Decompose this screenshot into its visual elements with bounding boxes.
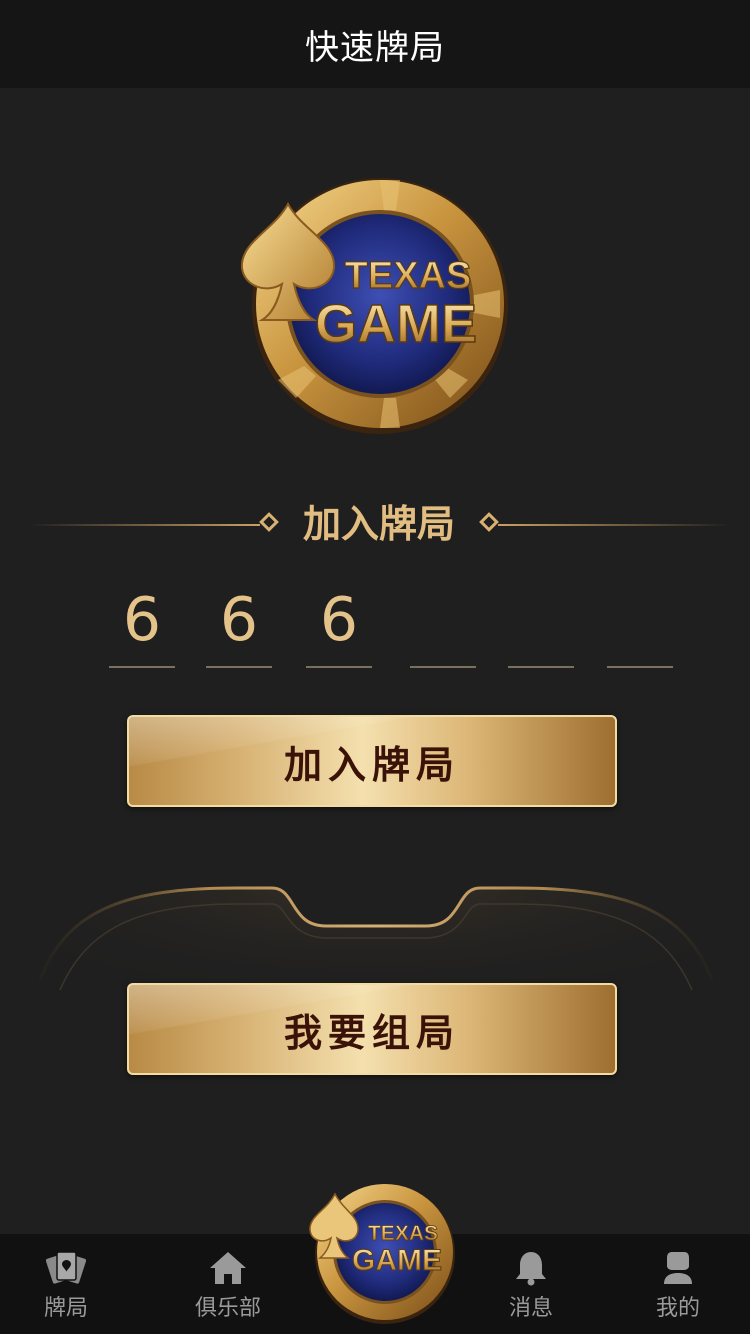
svg-text:TEXAS: TEXAS — [345, 255, 472, 297]
room-code-input[interactable]: 6 6 6 — [0, 580, 750, 670]
divider-line — [498, 524, 730, 526]
tab-club[interactable]: 俱乐部 — [168, 1234, 288, 1334]
room-code-digit[interactable] — [607, 580, 673, 668]
texas-game-logo: TEXAS GAME — [238, 170, 514, 440]
create-game-button-label: 我要组局 — [283, 1010, 460, 1055]
tab-messages-label: 消息 — [508, 1296, 553, 1321]
svg-text:TEXAS: TEXAS — [368, 1222, 438, 1245]
tab-profile-label: 我的 — [655, 1296, 700, 1321]
divider-line — [28, 524, 260, 526]
diamond-icon — [259, 512, 279, 532]
join-section-title: 加入牌局 — [302, 502, 455, 546]
room-code-digit[interactable]: 6 — [206, 580, 272, 668]
room-code-digit[interactable]: 6 — [109, 580, 175, 668]
create-game-button[interactable]: 我要组局 — [127, 983, 617, 1075]
svg-text:GAME: GAME — [352, 1244, 442, 1277]
cards-icon — [46, 1251, 86, 1284]
tab-club-label: 俱乐部 — [194, 1296, 261, 1321]
svg-text:GAME: GAME — [315, 294, 477, 354]
tab-games-label: 牌局 — [43, 1296, 88, 1321]
room-code-digit[interactable] — [508, 580, 574, 668]
home-icon — [210, 1252, 246, 1284]
join-game-button-label: 加入牌局 — [283, 742, 460, 787]
join-section-header: 加入牌局 — [28, 498, 730, 554]
room-code-digit[interactable]: 6 — [306, 580, 372, 668]
bell-icon — [516, 1252, 546, 1286]
tab-profile[interactable]: 我的 — [618, 1234, 738, 1334]
join-game-button[interactable]: 加入牌局 — [127, 715, 617, 807]
tab-games[interactable]: 牌局 — [6, 1234, 126, 1334]
user-icon — [664, 1252, 692, 1284]
tab-center-logo[interactable]: TEXAS GAME — [305, 1176, 461, 1328]
page-header: 快速牌局 — [0, 0, 750, 88]
room-code-digit[interactable] — [410, 580, 476, 668]
page-title: 快速牌局 — [305, 27, 445, 68]
diamond-icon — [479, 512, 499, 532]
texas-game-logo-icon: TEXAS GAME — [309, 1184, 455, 1324]
texas-game-logo-graphic: TEXAS GAME — [240, 178, 508, 434]
tab-messages[interactable]: 消息 — [471, 1234, 591, 1334]
